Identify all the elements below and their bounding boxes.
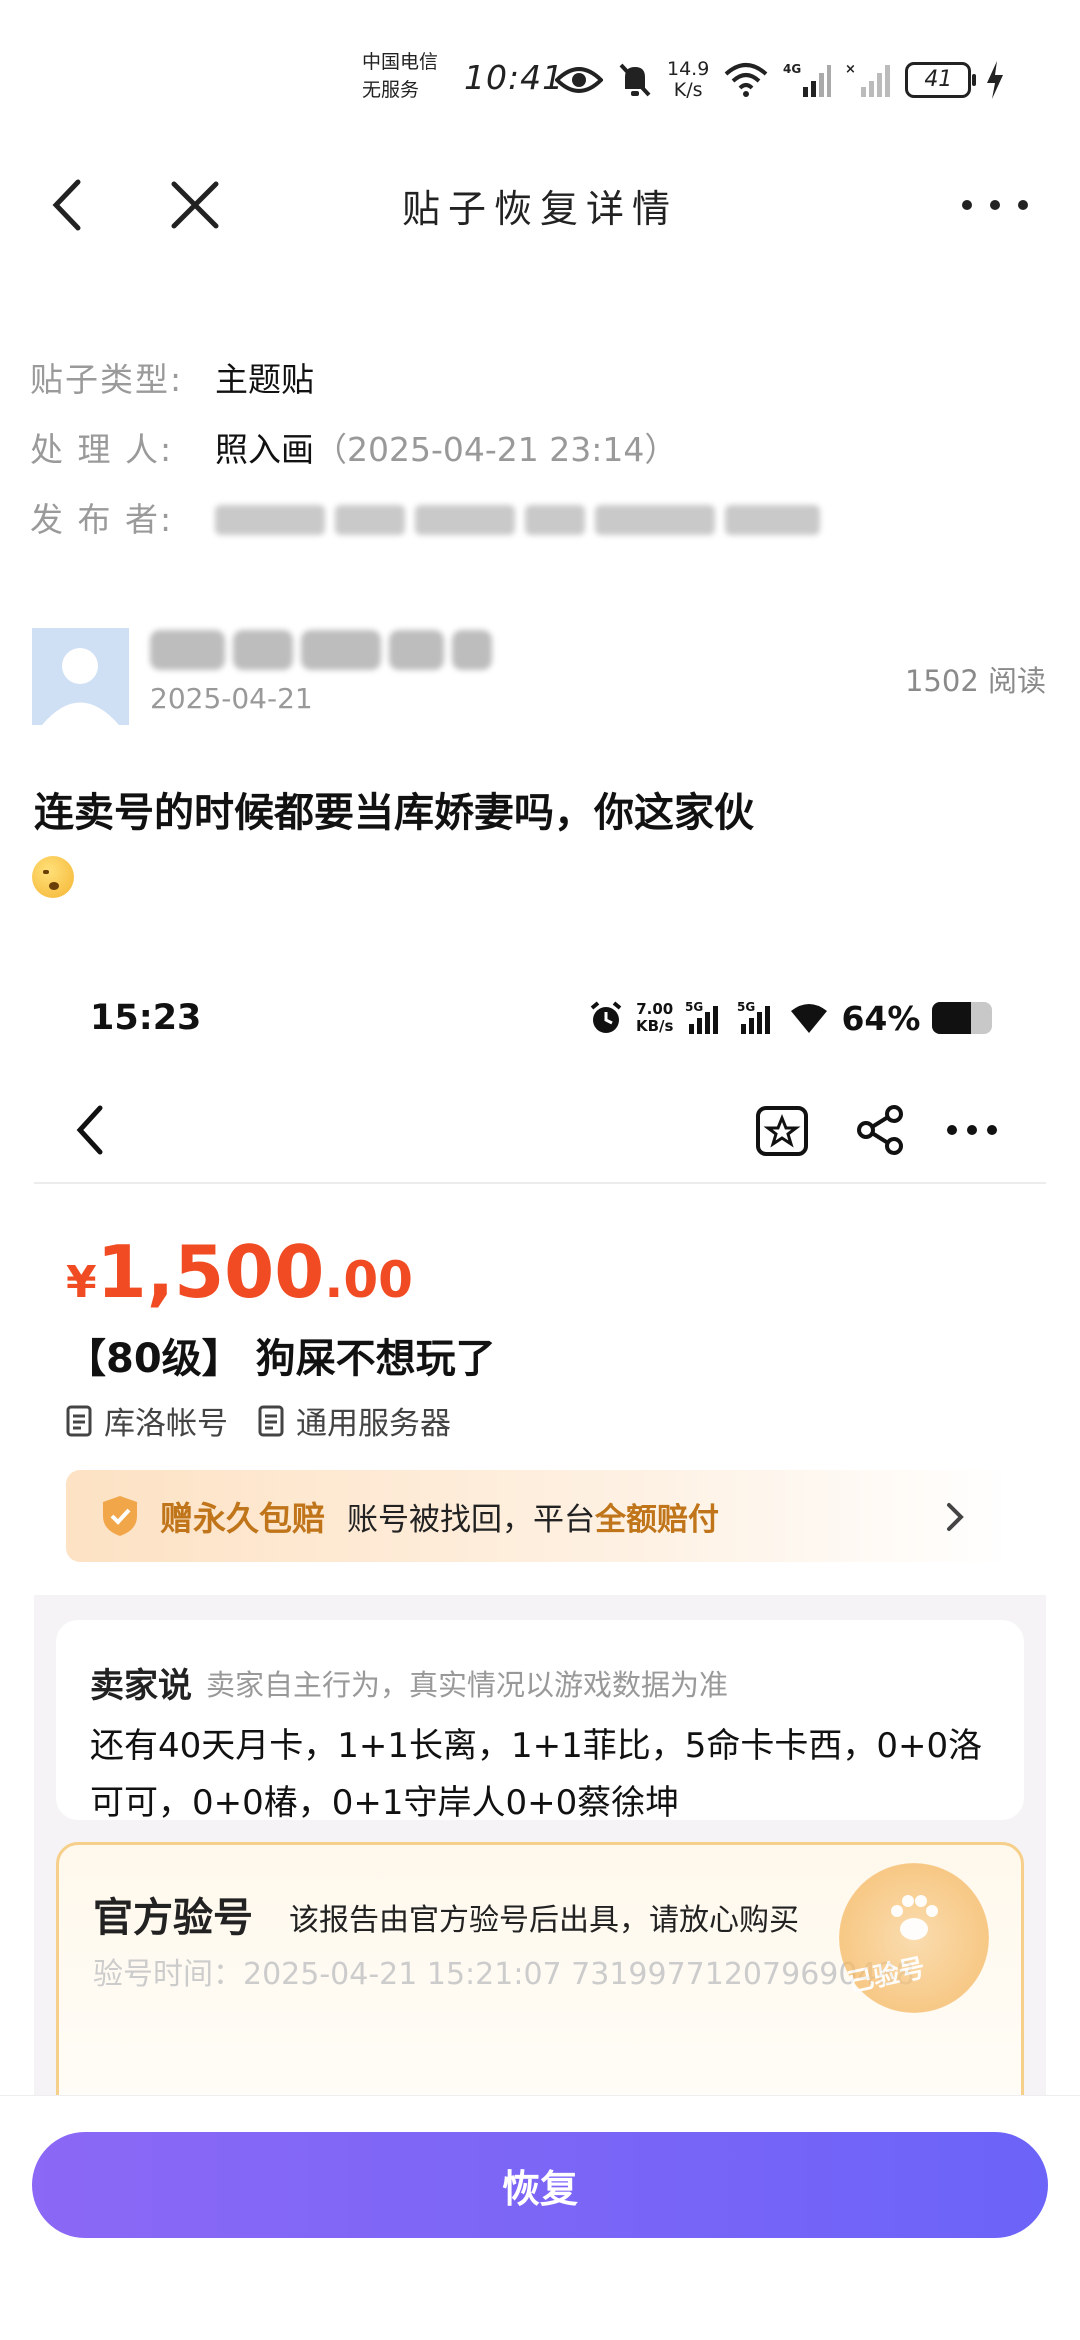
chevron-right-icon bbox=[947, 1503, 964, 1531]
shot-status-icons: 7.00 KB/s 5G 5G 64% bbox=[588, 996, 993, 1040]
post-date: 2025-04-21 bbox=[150, 682, 313, 715]
star-bookmark-icon bbox=[756, 1106, 808, 1156]
default-avatar-icon bbox=[42, 648, 119, 725]
shot-net1-label: 5G bbox=[685, 1000, 703, 1014]
more-dots-icon bbox=[947, 1125, 997, 1135]
avatar[interactable] bbox=[32, 628, 129, 725]
chevron-left-icon bbox=[76, 1105, 103, 1155]
wifi-icon bbox=[791, 1004, 828, 1033]
net-speed-value: 14.9 bbox=[667, 58, 710, 80]
tag-server-label: 通用服务器 bbox=[296, 1406, 451, 1442]
meta-row-handler: 处 理 人: 照入画 （2025-04-21 23:14） bbox=[30, 415, 820, 485]
document-icon bbox=[66, 1405, 92, 1436]
document-icon bbox=[258, 1405, 284, 1436]
restore-button[interactable]: 恢复 bbox=[32, 2132, 1048, 2238]
verify-card[interactable]: 官方验号 该报告由官方验号后出具，请放心购买 验号时间：2025-04-21 1… bbox=[56, 1842, 1024, 2095]
verify-title: 官方验号 bbox=[93, 1895, 253, 1941]
read-count: 1502 阅读 bbox=[904, 664, 1046, 698]
share-icon bbox=[857, 1105, 903, 1155]
bottom-action-bar: 恢复 bbox=[0, 2095, 1080, 2340]
shot-battery-fill bbox=[932, 1002, 971, 1034]
seller-description: 还有40天月卡，1+1长离，1+1菲比，5命卡卡西，0+0洛可可，0+0椿，0+… bbox=[90, 1726, 983, 1823]
embedded-screenshot[interactable]: 15:23 7.00 KB/s 5G 5G 64% ¥1,500.00 【80级… bbox=[0, 960, 1080, 2095]
meta-label-publisher: 发 布 者: bbox=[30, 500, 174, 539]
tag-account: 库洛帐号 bbox=[66, 1398, 228, 1443]
product-title: 【80级】 狗屎不想玩了 bbox=[66, 1336, 496, 1382]
guarantee-highlight: 全额赔付 bbox=[595, 1501, 719, 1538]
svg-text:4G: 4G bbox=[783, 62, 801, 76]
seller-card: 卖家说 卖家自主行为，真实情况以游戏数据为准 还有40天月卡，1+1长离，1+1… bbox=[56, 1620, 1024, 1823]
price-decimal: .00 bbox=[324, 1251, 413, 1309]
surprised-emoji-icon bbox=[32, 856, 74, 898]
nav-bar: 贴子恢复详情 bbox=[0, 160, 1080, 250]
shot-battery-icon bbox=[932, 1002, 993, 1034]
carrier-info: 中国电信 无服务 bbox=[362, 48, 438, 104]
net-speed: 14.9 K/s bbox=[667, 59, 709, 101]
shot-net2-label: 5G bbox=[737, 1000, 755, 1014]
signal-5g-icon-2: 5G bbox=[737, 1000, 771, 1034]
verify-subtitle: 该报告由官方验号后出具，请放心购买 bbox=[289, 1903, 799, 1938]
more-button[interactable] bbox=[955, 180, 1035, 230]
shot-battery-percent: 64% bbox=[841, 998, 921, 1038]
svg-text:×: × bbox=[845, 62, 856, 77]
shot-nav-bar bbox=[0, 1080, 1080, 1180]
meta-row-publisher: 发 布 者: bbox=[30, 485, 820, 555]
signal-4g-icon: 4G bbox=[783, 62, 832, 97]
status-icons: 14.9 K/s 4G × 41 bbox=[555, 54, 1005, 106]
paw-icon bbox=[891, 1895, 938, 1940]
page-title: 贴子恢复详情 bbox=[401, 187, 678, 231]
shot-speed-value: 7.00 bbox=[636, 1000, 674, 1018]
seller-title: 卖家说 bbox=[90, 1666, 192, 1706]
signal-5g-icon: 5G bbox=[685, 1000, 719, 1034]
charging-icon bbox=[987, 61, 1004, 99]
net-speed-unit: K/s bbox=[673, 79, 703, 101]
guarantee-title: 赠永久包赔 bbox=[160, 1499, 325, 1538]
shot-more-button[interactable] bbox=[942, 1100, 1002, 1160]
guarantee-banner[interactable]: 赠永久包赔 账号被找回，平台 全额赔付 bbox=[66, 1470, 1012, 1562]
meta-value-handler: 照入画 bbox=[215, 430, 314, 469]
shield-check-icon bbox=[103, 1496, 137, 1536]
carrier-name: 中国电信 bbox=[362, 51, 439, 73]
verified-stamp: 已验号 bbox=[839, 1863, 989, 2013]
battery-indicator: 41 bbox=[905, 62, 977, 98]
shot-net-speed: 7.00 KB/s bbox=[636, 1001, 673, 1035]
meta-value-type: 主题贴 bbox=[215, 360, 314, 399]
author-name-redacted bbox=[150, 630, 492, 670]
tag-server: 通用服务器 bbox=[258, 1398, 451, 1443]
seller-subtitle: 卖家自主行为，真实情况以游戏数据为准 bbox=[206, 1668, 729, 1702]
product-tags: 库洛帐号 通用服务器 bbox=[66, 1398, 451, 1443]
mute-bell-icon bbox=[619, 63, 651, 97]
alarm-icon bbox=[590, 1001, 622, 1033]
shot-divider bbox=[34, 1182, 1046, 1184]
shot-speed-unit: KB/s bbox=[636, 1017, 674, 1035]
signal-none-icon: × bbox=[845, 62, 891, 97]
meta-handler-time: （2025-04-21 23:14） bbox=[314, 430, 678, 469]
status-time: 10:41 bbox=[464, 58, 565, 97]
stamp-label: 已验号 bbox=[845, 1953, 928, 1999]
status-bar: 中国电信 无服务 10:41 14.9 K/s 4G × 41 bbox=[0, 40, 1080, 120]
tag-account-label: 库洛帐号 bbox=[104, 1406, 228, 1442]
meta-row-type: 贴子类型: 主题贴 bbox=[30, 345, 820, 415]
price-symbol: ¥ bbox=[66, 1257, 97, 1308]
more-dots-icon bbox=[962, 200, 1028, 210]
meta-label-type: 贴子类型: bbox=[30, 360, 184, 399]
meta-label-handler: 处 理 人: bbox=[30, 430, 174, 469]
shot-favorite-button[interactable] bbox=[752, 1100, 812, 1160]
wifi-icon bbox=[724, 63, 768, 97]
product-price: ¥1,500.00 bbox=[66, 1230, 413, 1314]
verify-time: 验号时间：2025-04-21 15:21:07 731997712079690… bbox=[93, 1957, 915, 1992]
shot-share-button[interactable] bbox=[850, 1100, 910, 1160]
publisher-redacted bbox=[215, 498, 820, 542]
eye-icon bbox=[555, 67, 603, 93]
post-meta: 贴子类型: 主题贴 处 理 人: 照入画 （2025-04-21 23:14） … bbox=[30, 345, 820, 555]
price-integer: 1,500 bbox=[96, 1230, 325, 1314]
guarantee-text: 账号被找回，平台 bbox=[347, 1501, 595, 1538]
shot-status-time: 15:23 bbox=[90, 998, 202, 1038]
post-text: 连卖号的时候都要当库娇妻吗，你这家伙 bbox=[34, 790, 754, 836]
carrier-service: 无服务 bbox=[362, 79, 420, 101]
shot-back-button[interactable] bbox=[68, 1098, 118, 1162]
